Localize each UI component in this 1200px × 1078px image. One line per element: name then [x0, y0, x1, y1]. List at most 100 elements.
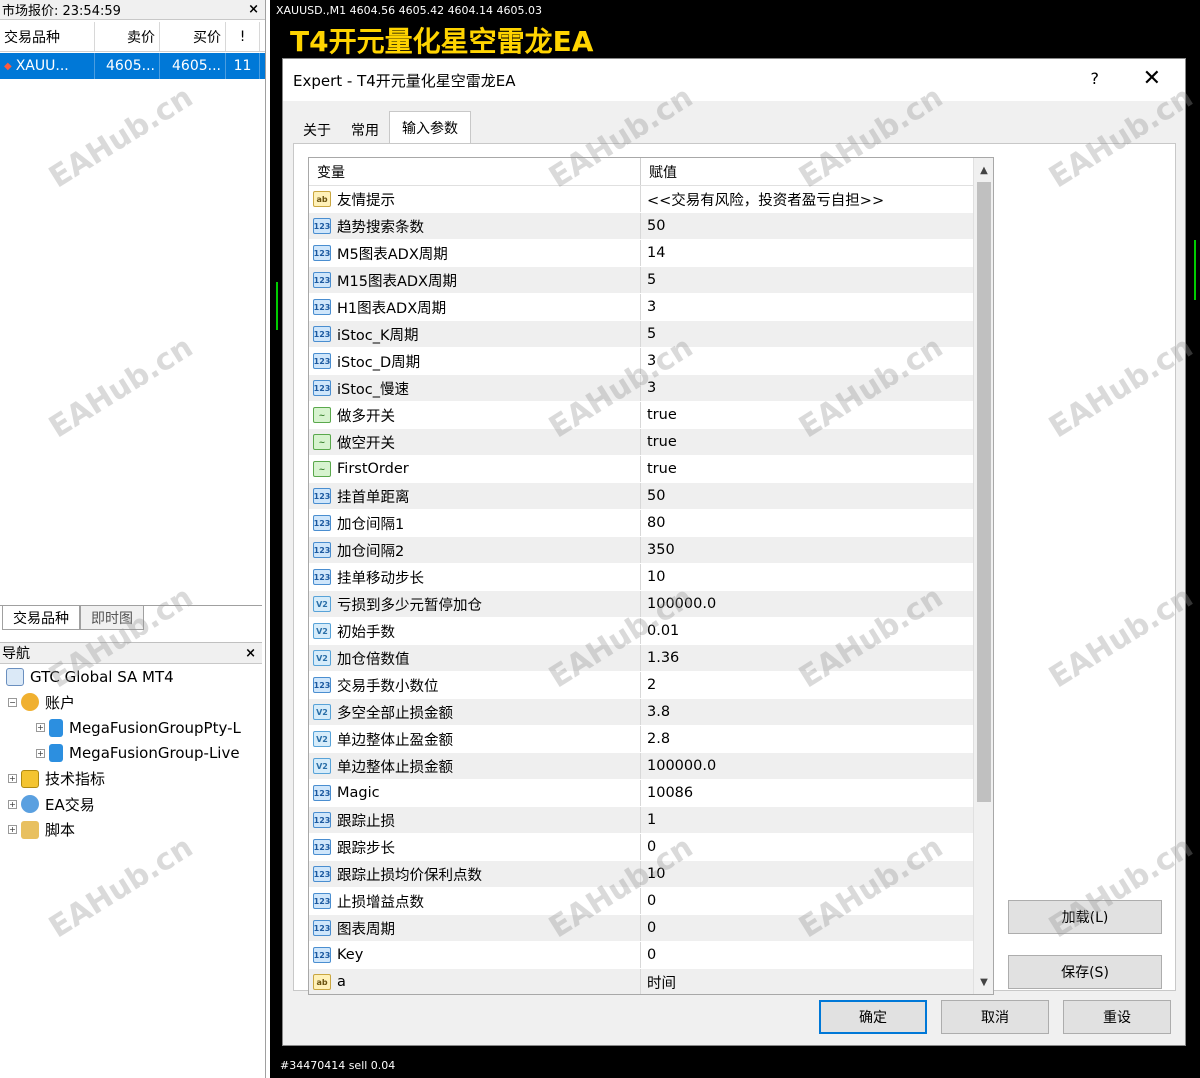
expand-icon[interactable]: + [8, 774, 17, 784]
param-value[interactable]: 50 [641, 213, 973, 239]
param-value[interactable]: true [641, 429, 973, 455]
cancel-button[interactable]: 取消 [941, 1000, 1049, 1034]
param-row[interactable]: V2 单边整体止损金额 100000.0 [309, 753, 993, 780]
param-row[interactable]: ~ 做空开关 true [309, 429, 993, 456]
col-ask[interactable]: 买价 [160, 22, 226, 51]
close-icon[interactable]: × [245, 646, 256, 661]
col-symbol[interactable]: 交易品种 [0, 22, 95, 51]
param-row[interactable]: 123 挂首单距离 50 [309, 483, 993, 510]
param-row[interactable]: V2 多空全部止损金额 3.8 [309, 699, 993, 726]
param-row[interactable]: 123 加仓间隔2 350 [309, 537, 993, 564]
param-row[interactable]: ~ FirstOrder true [309, 456, 993, 483]
param-row[interactable]: 123 止损增益点数 0 [309, 888, 993, 915]
scroll-up-icon[interactable]: ▲ [974, 160, 993, 180]
expand-icon[interactable]: + [36, 723, 45, 733]
param-value[interactable]: 0 [641, 834, 973, 860]
param-row[interactable]: 123 交易手数小数位 2 [309, 672, 993, 699]
param-row[interactable]: ab 友情提示 <<交易有风险，投资者盈亏自担>> [309, 186, 993, 213]
param-value[interactable]: 5 [641, 267, 973, 293]
expand-icon[interactable]: + [8, 825, 17, 835]
param-row[interactable]: V2 亏损到多少元暂停加仓 100000.0 [309, 591, 993, 618]
close-icon[interactable]: × [248, 2, 259, 17]
param-row[interactable]: 123 iStoc_D周期 3 [309, 348, 993, 375]
param-value[interactable]: 3 [641, 294, 973, 320]
param-value[interactable]: 10 [641, 564, 973, 590]
param-row[interactable]: 123 M15图表ADX周期 5 [309, 267, 993, 294]
param-value[interactable]: true [641, 456, 973, 482]
tree-item-scripts[interactable]: + 脚本 [0, 817, 262, 843]
param-row[interactable]: 123 Key 0 [309, 942, 993, 969]
param-value[interactable]: 100000.0 [641, 591, 973, 617]
param-row[interactable]: 123 跟踪止损均价保利点数 10 [309, 861, 993, 888]
tree-item-indicators[interactable]: + 技术指标 [0, 766, 262, 792]
navigator-titlebar: 导航 × [0, 642, 262, 664]
param-value[interactable]: 3.8 [641, 699, 973, 725]
param-value[interactable]: 10 [641, 861, 973, 887]
param-row[interactable]: 123 趋势搜索条数 50 [309, 213, 993, 240]
save-button[interactable]: 保存(S) [1008, 955, 1162, 989]
tab-symbols[interactable]: 交易品种 [2, 606, 80, 630]
param-row[interactable]: V2 单边整体止盈金额 2.8 [309, 726, 993, 753]
collapse-icon[interactable]: − [8, 697, 17, 707]
param-value[interactable]: 0 [641, 942, 973, 968]
param-value[interactable]: 0 [641, 888, 973, 914]
param-name: 挂首单距离 [337, 489, 410, 506]
param-value[interactable]: 14 [641, 240, 973, 266]
scrollbar[interactable]: ▲ ▼ [973, 158, 993, 994]
col-bid[interactable]: 卖价 [95, 22, 160, 51]
param-value[interactable]: 1 [641, 807, 973, 833]
tab-tick-chart[interactable]: 即时图 [80, 606, 144, 630]
param-row[interactable]: 123 跟踪止损 1 [309, 807, 993, 834]
param-value[interactable]: 时间 [641, 969, 973, 994]
param-value[interactable]: 50 [641, 483, 973, 509]
scroll-down-icon[interactable]: ▼ [974, 972, 993, 992]
param-row[interactable]: 123 挂单移动步长 10 [309, 564, 993, 591]
param-row[interactable]: ~ 做多开关 true [309, 402, 993, 429]
expand-icon[interactable]: + [8, 799, 17, 809]
param-row[interactable]: V2 加仓倍数值 1.36 [309, 645, 993, 672]
param-value[interactable]: 350 [641, 537, 973, 563]
tab-inputs[interactable]: 输入参数 [389, 111, 471, 144]
param-value[interactable]: 100000.0 [641, 753, 973, 779]
param-row[interactable]: 123 iStoc_慢速 3 [309, 375, 993, 402]
param-value[interactable]: 0.01 [641, 618, 973, 644]
load-button[interactable]: 加载(L) [1008, 900, 1162, 934]
param-value[interactable]: 80 [641, 510, 973, 536]
expand-icon[interactable]: + [36, 748, 45, 758]
col-variable[interactable]: 变量 [309, 158, 641, 185]
help-icon[interactable]: ? [1091, 69, 1100, 88]
tree-item-terminal[interactable]: GTC Global SA MT4 [0, 664, 262, 690]
col-spread[interactable]: ! [226, 22, 260, 51]
param-row[interactable]: 123 跟踪步长 0 [309, 834, 993, 861]
param-value[interactable]: 3 [641, 348, 973, 374]
param-row[interactable]: 123 图表周期 0 [309, 915, 993, 942]
param-value[interactable]: 5 [641, 321, 973, 347]
close-icon[interactable]: ✕ [1143, 66, 1161, 91]
tab-about[interactable]: 关于 [293, 116, 341, 144]
param-value[interactable]: 2.8 [641, 726, 973, 752]
tree-item-accounts[interactable]: − 账户 [0, 690, 262, 716]
reset-button[interactable]: 重设 [1063, 1000, 1171, 1034]
param-row[interactable]: 123 M5图表ADX周期 14 [309, 240, 993, 267]
param-row[interactable]: ab a 时间 [309, 969, 993, 994]
param-row[interactable]: 123 加仓间隔1 80 [309, 510, 993, 537]
param-value[interactable]: 2 [641, 672, 973, 698]
ok-button[interactable]: 确定 [819, 1000, 927, 1034]
param-value[interactable]: 0 [641, 915, 973, 941]
tree-item-experts[interactable]: + EA交易 [0, 792, 262, 818]
param-row[interactable]: 123 H1图表ADX周期 3 [309, 294, 993, 321]
param-value[interactable]: <<交易有风险，投资者盈亏自担>> [641, 186, 973, 212]
param-value[interactable]: 3 [641, 375, 973, 401]
tree-item-account[interactable]: + MegaFusionGroupPty-L [0, 715, 262, 741]
col-value[interactable]: 赋值 [641, 158, 677, 185]
param-value[interactable]: true [641, 402, 973, 428]
param-row[interactable]: 123 Magic 10086 [309, 780, 993, 807]
param-row[interactable]: 123 iStoc_K周期 5 [309, 321, 993, 348]
tree-item-account[interactable]: + MegaFusionGroup-Live [0, 741, 262, 767]
param-value[interactable]: 1.36 [641, 645, 973, 671]
param-value[interactable]: 10086 [641, 780, 973, 806]
scrollbar-thumb[interactable] [977, 182, 991, 802]
param-row[interactable]: V2 初始手数 0.01 [309, 618, 993, 645]
market-watch-row[interactable]: ◆ XAUU... 4605... 4605... 11 [0, 53, 265, 79]
tab-common[interactable]: 常用 [341, 116, 389, 144]
